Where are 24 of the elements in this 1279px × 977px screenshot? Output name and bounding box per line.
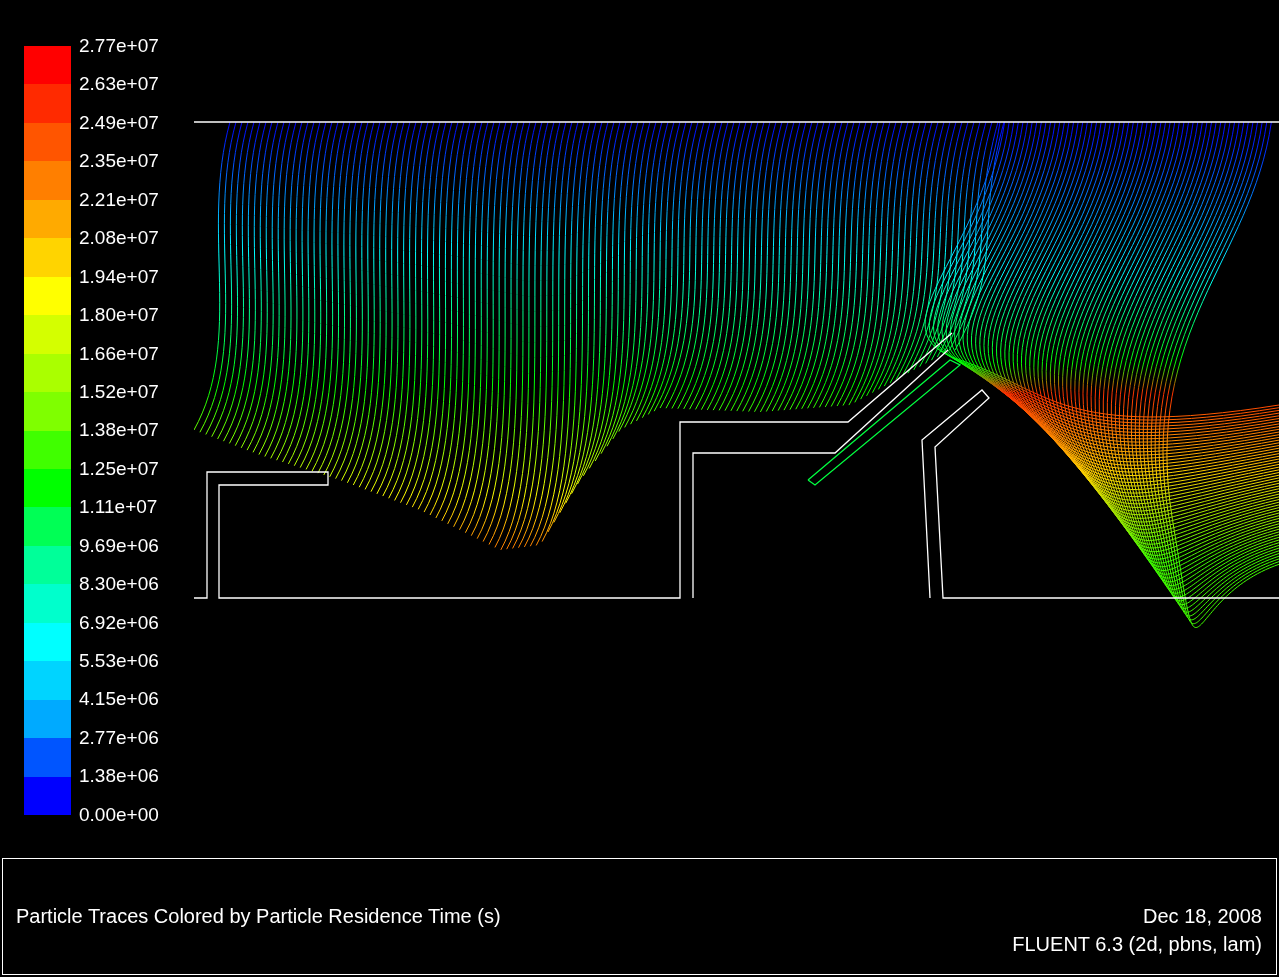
- colormap-label: 2.77e+07: [79, 35, 159, 56]
- colormap-label: 2.49e+07: [79, 111, 159, 133]
- colormap-label: 2.21e+07: [79, 188, 159, 210]
- colormap-label: 2.35e+07: [79, 150, 159, 172]
- colormap-label: 6.92e+06: [79, 611, 159, 633]
- colormap-label: 1.38e+06: [79, 765, 159, 787]
- colormap-label: 1.66e+07: [79, 342, 159, 364]
- colormap-label: 1.25e+07: [79, 457, 159, 479]
- colormap-label: 2.63e+07: [79, 73, 159, 95]
- colormap-label: 2.08e+07: [79, 227, 159, 249]
- colormap-label: 1.94e+07: [79, 265, 159, 287]
- colormap-label: 1.80e+07: [79, 304, 159, 326]
- colormap-label: 9.69e+06: [79, 534, 159, 556]
- colormap-label: 1.11e+07: [79, 496, 158, 518]
- colormap-label: 5.53e+06: [79, 650, 159, 671]
- colormap-label: 1.52e+07: [79, 380, 159, 402]
- colormap-label: 2.77e+06: [79, 726, 159, 748]
- date-text: Dec 18, 2008: [1143, 904, 1262, 929]
- colormap-label: 0.00e+00: [79, 803, 159, 825]
- colormap-label: 4.15e+06: [79, 688, 159, 710]
- colormap-label: 1.38e+07: [79, 419, 159, 441]
- colormap-label: 8.30e+06: [79, 573, 159, 595]
- plot-title: Particle Traces Colored by Particle Residence Time (s): [16, 905, 501, 928]
- version-text: FLUENT 6.3 (2d, pbns, lam): [1012, 932, 1262, 957]
